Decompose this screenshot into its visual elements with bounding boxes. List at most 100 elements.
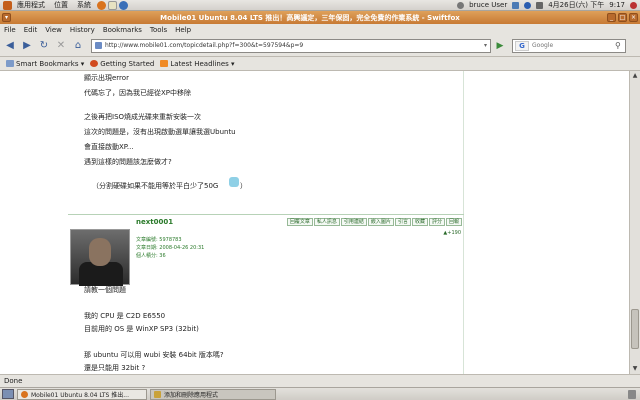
menu-history[interactable]: History [70,26,95,34]
window-titlebar[interactable]: ▾ Mobile01 Ubuntu 8.04 LTS 推出！高興議定，三年保固，… [0,11,640,24]
firefox-task-icon [21,390,28,398]
post-line: 那 ubuntu 可以用 wubi 安裝 64bit 版本嗎? [84,351,224,359]
private-message-button[interactable]: 私人訊息 [313,218,340,226]
reply-button[interactable]: 回覆文章 [286,218,313,226]
taskbar-firefox[interactable]: Mobile01 Ubuntu 8.04 LTS 推出... [17,388,147,400]
go-icon[interactable]: ▶ [494,39,506,53]
post-rating[interactable]: ▲+190 [443,230,461,236]
quote-link-button[interactable]: 引用連結 [340,218,367,226]
volume-icon[interactable] [536,1,544,9]
stop-icon[interactable]: ✕ [54,39,68,53]
window-menu-icon[interactable]: ▾ [2,13,11,22]
post-line: ） [240,182,247,190]
search-bar[interactable]: G ⚲ [512,38,626,53]
gnome-top-panel: 應用程式 位置 系統 bruce User 4月26日(六) 下午 9:17 [0,0,640,11]
taskbar-add-remove[interactable]: 添加和刪除應用程式 [150,388,276,400]
menu-bookmarks[interactable]: Bookmarks [103,26,142,34]
system-menu[interactable]: 系統 [77,0,91,10]
user-icon [457,1,465,9]
maximize-icon[interactable]: □ [618,13,627,22]
places-menu[interactable]: 位置 [54,0,68,10]
menu-help[interactable]: Help [175,26,191,34]
smart-bookmarks-label: Smart Bookmarks ▾ [16,59,85,68]
post-line: 請教一個問題 [84,286,126,294]
post-id: 文章編號: 5978783 [136,237,182,243]
network-icon[interactable] [512,1,520,9]
user-name[interactable]: bruce User [469,1,507,9]
forum-post-2: next0001 文章編號: 5978783 文章日期: 2008-04-26 … [68,214,464,372]
status-bar: Done [0,374,640,387]
vertical-scrollbar[interactable]: ▲ ▼ [629,71,640,374]
emoticon-icon [229,177,239,187]
clock[interactable]: 9:17 [609,1,625,9]
post-line: 之後再把ISO燒成光碟來重新安裝一次 [84,113,202,121]
menu-tools[interactable]: Tools [150,26,167,34]
minimize-icon[interactable]: _ [607,13,616,22]
back-icon[interactable]: ◀ [3,39,17,53]
favorite-button[interactable]: 收藏 [411,218,428,226]
forward-icon[interactable]: ▶ [20,39,34,53]
post-line: （分割硬碟如果不能用等於平白少了50G [92,182,219,190]
date-label[interactable]: 4月26日(六) 下午 [548,0,604,10]
mail-launcher-icon[interactable] [108,0,117,10]
post-username[interactable]: next0001 [136,218,173,226]
url-input[interactable] [105,42,484,49]
latest-headlines[interactable]: Latest Headlines ▾ [160,59,235,68]
smart-bookmarks[interactable]: Smart Bookmarks ▾ [6,60,84,68]
ubuntu-logo-icon[interactable] [3,0,12,10]
getting-started-label: Getting Started [100,59,155,68]
home-icon[interactable]: ⌂ [71,39,85,53]
bluetooth-icon[interactable] [524,1,532,9]
forum-thread: 顯示出現error 代碼忘了，因為我已經從XP中移除之後再把ISO燒成光碟來重新安… [68,71,464,374]
report-button[interactable]: 回報 [445,218,462,226]
search-icon[interactable]: ⚲ [615,41,625,50]
show-desktop-icon[interactable] [2,389,14,399]
bookmark-folder-icon [6,60,14,67]
post-date: 文章日期: 2008-04-26 20:31 [136,245,205,251]
site-favicon-icon [95,42,102,49]
scroll-thumb[interactable] [631,309,639,349]
avatar-face [89,238,111,266]
rss-icon [160,60,169,67]
applications-menu[interactable]: 應用程式 [17,0,45,10]
post-line: 目前用的 OS 是 WinXP SP3 (32bit) [84,325,199,333]
window-title: Mobile01 Ubuntu 8.04 LTS 推出！高興議定，三年保固，完全… [160,13,460,22]
menu-edit[interactable]: Edit [24,26,38,34]
help-launcher-icon[interactable] [119,0,128,10]
firefox-launcher-icon[interactable] [97,0,106,10]
post-actions: 回覆文章 私人訊息 引用連結 嵌入圖片 引言 收藏 評分 回報 [286,218,462,226]
avatar[interactable] [70,229,130,286]
close-icon[interactable]: × [629,13,638,22]
scroll-down-icon[interactable]: ▼ [630,364,640,374]
latest-headlines-label: Latest Headlines ▾ [170,59,235,68]
menu-view[interactable]: View [45,26,62,34]
power-icon[interactable] [630,1,637,9]
navigation-toolbar: ◀ ▶ ↻ ✕ ⌂ ▾ ▶ G ⚲ [0,35,640,57]
post-line: 代碼忘了，因為我已經從XP中移除 [84,89,192,97]
post-line: 遇到這樣的問題該怎麼做才? [84,158,172,166]
post-line: 這次的問題是，沒有出現啟動選單讓我選Ubuntu [84,128,236,136]
embed-image-button[interactable]: 嵌入圖片 [367,218,394,226]
post-line: 會直接啟動XP... [84,143,134,151]
getting-started[interactable]: Getting Started [90,60,154,68]
menubar: File Edit View History Bookmarks Tools H… [0,24,640,35]
user-points: 個人積分: 36 [136,253,166,259]
taskbar-firefox-label: Mobile01 Ubuntu 8.04 LTS 推出... [31,391,129,399]
status-text: Done [4,377,23,385]
package-task-icon [154,390,161,398]
rate-button[interactable]: 評分 [428,218,445,226]
scroll-up-icon[interactable]: ▲ [630,71,640,81]
page-content: 顯示出現error 代碼忘了，因為我已經從XP中移除之後再把ISO燒成光碟來重新安… [0,71,629,374]
url-bar[interactable]: ▾ [91,38,491,53]
post-line: 顯示出現error [84,74,129,82]
menu-file[interactable]: File [4,26,16,34]
reload-icon[interactable]: ↻ [37,39,51,53]
bookmarks-toolbar: Smart Bookmarks ▾ Getting Started Latest… [0,57,640,71]
quote-button[interactable]: 引言 [394,218,411,226]
search-input[interactable] [532,42,615,49]
google-engine-icon[interactable]: G [515,40,529,51]
taskbar-add-remove-label: 添加和刪除應用程式 [164,391,219,399]
url-dropdown-icon[interactable]: ▾ [484,42,487,49]
post-line: 還是只能用 32bit ? [84,364,146,372]
trash-icon[interactable] [628,389,636,399]
